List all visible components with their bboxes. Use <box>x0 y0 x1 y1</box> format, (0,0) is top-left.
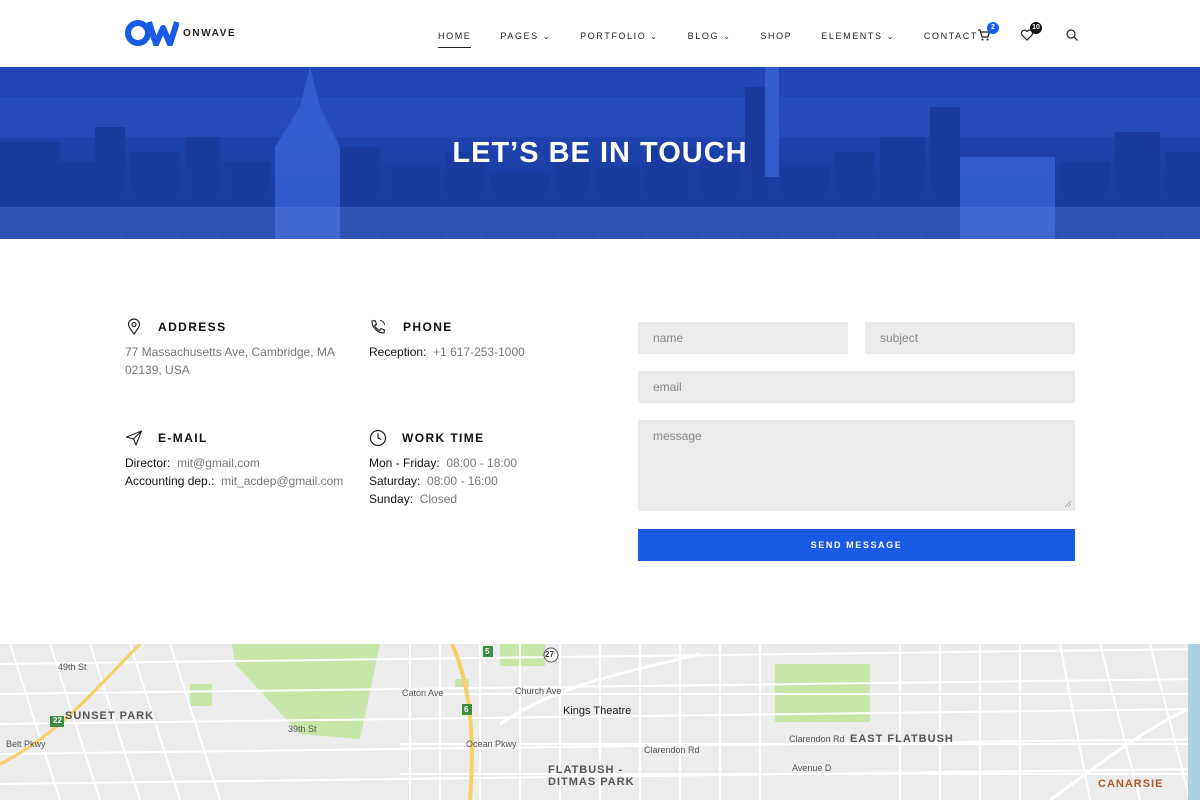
logo-mark-icon <box>125 20 179 46</box>
clarendon-rd-label-2: Clarendon Rd <box>789 734 845 744</box>
send-icon <box>125 430 143 446</box>
nav-blog[interactable]: BLOG ⌄ <box>688 29 732 43</box>
wishlist-count-badge: 10 <box>1030 22 1042 34</box>
location-map[interactable]: 22 5 6 27 SUNSET PARK Kings Theatre EAST… <box>0 644 1200 800</box>
ocean-pkwy-label: Ocean Pkwy <box>466 739 517 749</box>
nav-home-label: HOME <box>438 31 472 41</box>
phone-label: Reception: <box>369 345 427 359</box>
phone-block: PHONE Reception: +1 617-253-1000 <box>369 317 599 361</box>
sunset-park-label: SUNSET PARK <box>65 710 155 722</box>
canarsie-label: CANARSIE <box>1098 778 1164 790</box>
director-label: Director: <box>125 456 171 470</box>
nav-contact-label: CONTACT <box>923 31 978 41</box>
cart-count-badge: 2 <box>987 22 999 34</box>
chevron-down-icon: ⌄ <box>650 31 659 41</box>
weekday-label: Mon - Friday: <box>369 456 440 470</box>
route-27-label: 27 <box>545 650 554 659</box>
sunday-label: Sunday: <box>369 492 414 506</box>
phone-value[interactable]: +1 617-253-1000 <box>433 345 525 359</box>
name-field[interactable] <box>638 322 848 354</box>
flatbush-label-line2: DITMAS PARK <box>548 776 635 788</box>
east-flatbush-label: EAST FLATBUSH <box>850 733 954 745</box>
belt-pkwy-label: Belt Pkwy <box>6 739 46 749</box>
address-line-2: 02139, USA <box>125 363 190 377</box>
nav-portfolio[interactable]: PORTFOLIO ⌄ <box>580 29 659 43</box>
nav-shop-label: SHOP <box>760 31 793 41</box>
director-email[interactable]: mit@gmail.com <box>177 456 260 470</box>
avenue-d-label: Avenue D <box>792 763 832 773</box>
clock-icon <box>369 429 387 447</box>
cart-button[interactable]: 2 <box>977 22 999 42</box>
subject-field[interactable] <box>865 322 1075 354</box>
church-ave-label: Church Ave <box>515 686 562 696</box>
nav-blog-label: BLOG <box>687 31 720 41</box>
nav-home[interactable]: HOME <box>438 29 472 48</box>
nav-portfolio-label: PORTFOLIO <box>580 31 647 41</box>
hero-banner: LET’S BE IN TOUCH <box>0 67 1200 239</box>
phone-icon <box>371 319 386 334</box>
search-icon <box>1066 29 1078 41</box>
map-pin-icon <box>127 318 141 335</box>
chevron-down-icon: ⌄ <box>723 31 732 41</box>
send-message-button[interactable]: SEND MESSAGE <box>638 529 1075 561</box>
address-line-1: 77 Massachusetts Ave, Cambridge, MA <box>125 345 335 359</box>
message-field[interactable] <box>638 420 1075 511</box>
route-6-label: 6 <box>464 705 469 714</box>
wishlist-button[interactable]: 10 <box>1020 22 1042 42</box>
email-block: E-MAIL Director: mit@gmail.com Accountin… <box>125 428 365 490</box>
street-49th-label: 49th St <box>58 662 87 672</box>
clarendon-rd-label: Clarendon Rd <box>644 745 700 755</box>
search-button[interactable] <box>1065 28 1079 42</box>
flatbush-label-line1: FLATBUSH - <box>548 764 624 776</box>
page-title: LET’S BE IN TOUCH <box>452 137 748 169</box>
saturday-label: Saturday: <box>369 474 421 488</box>
weekday-hours: 08:00 - 18:00 <box>446 456 518 470</box>
caton-ave-label: Caton Ave <box>402 688 444 698</box>
kings-theatre-label: Kings Theatre <box>563 705 632 717</box>
route-5-label: 5 <box>485 647 490 656</box>
nav-shop[interactable]: SHOP <box>760 29 792 43</box>
street-39th-label: 39th St <box>288 724 317 734</box>
nav-pages[interactable]: PAGES ⌄ <box>500 29 551 43</box>
sunday-hours: Closed <box>419 492 458 506</box>
address-title: ADDRESS <box>158 320 227 334</box>
logo-text: ONWAVE <box>183 27 237 39</box>
logo[interactable]: ONWAVE <box>125 20 236 46</box>
chevron-down-icon: ⌄ <box>886 31 895 41</box>
site-header: ONWAVE HOME PAGES ⌄ PORTFOLIO ⌄ BLOG ⌄ SHOP… <box>0 0 1200 67</box>
email-field[interactable] <box>638 371 1075 403</box>
nav-elements-label: ELEMENTS <box>821 31 883 41</box>
accounting-email[interactable]: mit_acdep@gmail.com <box>221 474 343 488</box>
worktime-title: WORK TIME <box>402 431 485 445</box>
resize-grip-icon[interactable] <box>1064 500 1072 508</box>
phone-title: PHONE <box>403 320 453 334</box>
accounting-label: Accounting dep.: <box>125 474 215 488</box>
saturday-hours: 08:00 - 16:00 <box>427 474 498 488</box>
nav-pages-label: PAGES <box>500 31 539 41</box>
nav-contact[interactable]: CONTACT <box>924 29 978 43</box>
chevron-down-icon: ⌄ <box>542 31 552 41</box>
nav-elements[interactable]: ELEMENTS ⌄ <box>821 29 895 43</box>
route-22-label: 22 <box>53 716 62 725</box>
email-title: E-MAIL <box>158 431 208 445</box>
worktime-block: WORK TIME Mon - Friday: 08:00 - 18:00 Sa… <box>369 428 599 508</box>
address-block: ADDRESS 77 Massachusetts Ave, Cambridge,… <box>125 317 355 379</box>
main-nav: HOME PAGES ⌄ PORTFOLIO ⌄ BLOG ⌄ SHOP ELEMEN… <box>438 29 1007 48</box>
